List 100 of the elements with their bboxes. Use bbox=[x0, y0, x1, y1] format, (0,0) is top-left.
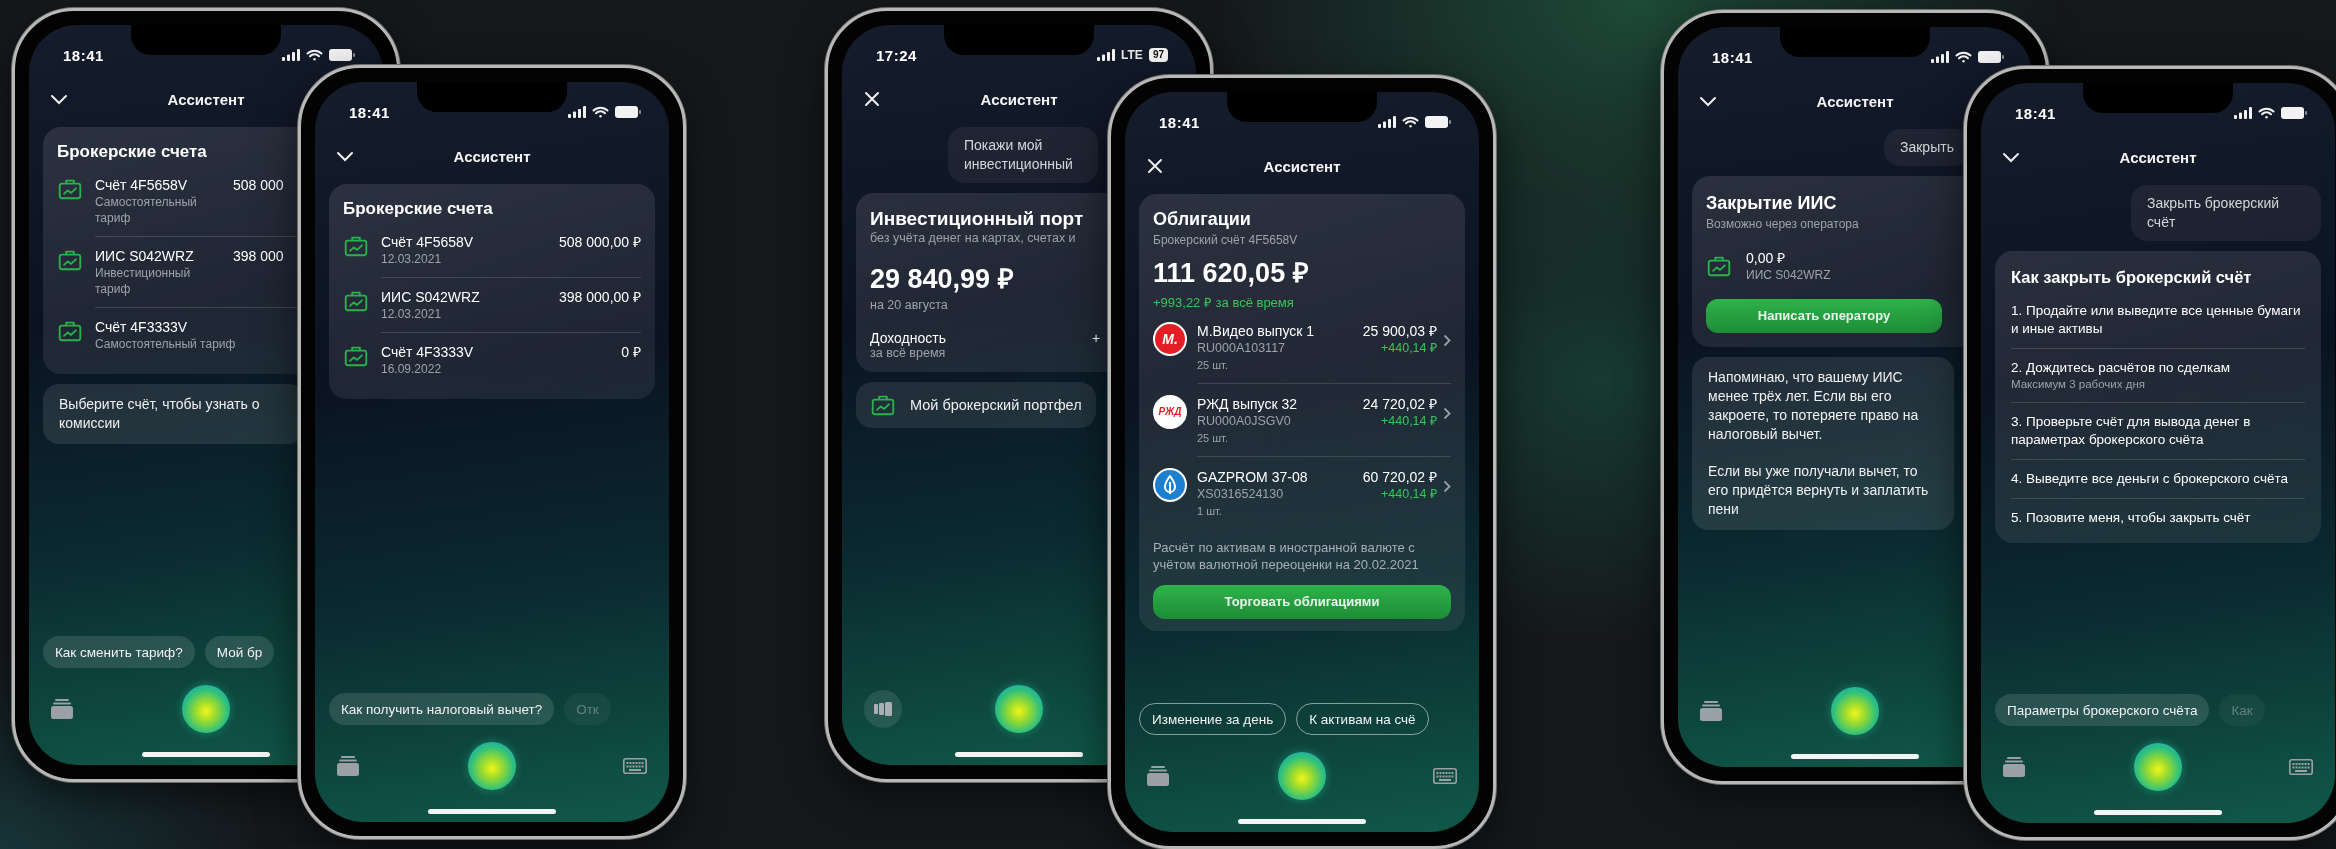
message-text: Напоминаю, что вашему ИИС менее трёх лет. Если вы его закроете, то потеряете право на налоговый вычет. bbox=[1708, 367, 1920, 444]
battery-icon bbox=[1978, 51, 2004, 63]
screen-title: Ассистент bbox=[1816, 92, 1894, 110]
account-balance: 0 ₽ bbox=[621, 343, 641, 363]
signal-icon bbox=[1931, 51, 1949, 63]
wifi-icon bbox=[306, 49, 323, 61]
wifi-icon bbox=[1402, 116, 1419, 128]
chevron-right-icon[interactable] bbox=[1443, 479, 1451, 493]
battery-icon bbox=[2281, 107, 2307, 119]
wifi-icon bbox=[592, 106, 609, 118]
suggestion-chip[interactable]: Как получить налоговый вычет? bbox=[329, 693, 555, 725]
stack-icon[interactable] bbox=[2003, 757, 2025, 777]
card-subtitle: Возможно через оператора bbox=[1706, 216, 1860, 231]
screen-title: Ассистент bbox=[453, 147, 531, 165]
bond-isin: RU000A0JSGV0 bbox=[1197, 412, 1292, 430]
keyboard-icon[interactable] bbox=[623, 758, 647, 774]
card-title: Брокерские счета bbox=[343, 198, 493, 220]
assistant-orb[interactable] bbox=[1278, 752, 1326, 800]
yield-label: Доходность bbox=[870, 329, 947, 346]
card-title: Как закрыть брокерский счёт bbox=[2011, 267, 2252, 288]
account-detail: Самостоятельный тариф bbox=[95, 336, 236, 353]
account-balance: 398 000 bbox=[233, 247, 284, 267]
status-time: 18:41 bbox=[2015, 104, 2056, 122]
wifi-icon bbox=[1955, 51, 1972, 63]
account-detail: Инвестиционный тариф bbox=[95, 265, 192, 298]
assistant-orb[interactable] bbox=[2134, 743, 2182, 791]
card-title: Инвестиционный порт bbox=[870, 207, 1084, 231]
network-label: LTE bbox=[1121, 48, 1143, 62]
screen-title: Ассистент bbox=[2119, 148, 2197, 166]
bond-name[interactable]: GAZPROM 37-08 bbox=[1197, 467, 1357, 486]
account-name[interactable]: Счёт 4F5658V bbox=[95, 176, 188, 195]
account-name[interactable]: Счёт 4F3333V bbox=[95, 318, 188, 337]
account-name[interactable]: Счёт 4F5658V bbox=[381, 233, 474, 252]
account-balance: 508 000 bbox=[233, 176, 284, 196]
card-title: Закрытие ИИС bbox=[1706, 192, 1837, 215]
portfolio-link[interactable]: Мой брокерский портфел bbox=[856, 381, 1096, 428]
bond-value: 60 720,02 ₽ bbox=[1362, 467, 1437, 486]
wifi-icon bbox=[2258, 107, 2275, 119]
screen-title: Ассистент bbox=[980, 90, 1058, 108]
suggestion-chip[interactable]: Параметры брокерского счёта bbox=[1995, 694, 2210, 726]
assistant-orb[interactable] bbox=[468, 742, 516, 790]
message-text: Выберите счёт, чтобы узнать о комиссии bbox=[59, 395, 261, 434]
account-name[interactable]: ИИС S042WRZ bbox=[95, 247, 194, 266]
signal-icon bbox=[2234, 107, 2252, 119]
screen-title: Ассистент bbox=[167, 90, 245, 108]
stack-icon[interactable] bbox=[1700, 701, 1722, 721]
total-gain: +993,22 ₽ за всё время bbox=[1153, 293, 1295, 311]
chevron-right-icon[interactable] bbox=[1443, 406, 1451, 420]
battery-icon bbox=[615, 106, 641, 118]
account-name[interactable]: ИИС S042WRZ bbox=[381, 288, 480, 307]
company-logo: РЖД bbox=[1153, 394, 1187, 429]
suggestion-chip[interactable]: Мой бр bbox=[204, 636, 275, 668]
yield-value: + bbox=[1092, 329, 1101, 346]
account-detail: 12.03.2021 bbox=[381, 251, 442, 268]
account-name[interactable]: Счёт 4F3333V bbox=[381, 343, 474, 362]
account-detail: 12.03.2021 bbox=[381, 306, 442, 323]
step-text: 2. Дождитесь расчётов по сделкам bbox=[2011, 358, 2231, 377]
assistant-orb[interactable] bbox=[995, 685, 1043, 733]
battery-indicator: 97 bbox=[1148, 48, 1168, 62]
cards-button[interactable] bbox=[864, 690, 902, 728]
step-text: 1. Продайте или выведите все ценные бумаги и иные активы bbox=[2011, 301, 2302, 338]
step-text: 5. Позовите меня, чтобы закрыть счёт bbox=[2011, 508, 2252, 527]
bond-isin: RU000A103117 bbox=[1197, 339, 1287, 357]
message-text: Если вы уже получали вычет, то его придётся вернуть и заплатить пени bbox=[1708, 461, 1930, 519]
account-detail: 16.09.2022 bbox=[381, 361, 442, 378]
chevron-right-icon[interactable] bbox=[1443, 333, 1451, 347]
bond-quantity: 25 шт. bbox=[1197, 357, 1229, 373]
signal-icon bbox=[1378, 116, 1396, 128]
bond-change: +440,14 ₽ bbox=[1381, 412, 1437, 430]
signal-icon bbox=[1097, 49, 1116, 61]
suggestion-chip[interactable]: Как сменить тариф? bbox=[43, 636, 195, 668]
bond-isin: XS0316524130 bbox=[1197, 485, 1285, 503]
keyboard-icon[interactable] bbox=[2289, 759, 2313, 775]
keyboard-icon[interactable] bbox=[1433, 768, 1457, 784]
account-detail: Самостоятельный тариф bbox=[95, 194, 198, 227]
account-balance: 398 000,00 ₽ bbox=[559, 288, 641, 308]
user-message: Закрыть брокерский счёт bbox=[2131, 185, 2321, 241]
exchange-note: Расчёт по активам в иностранной валюте с учётом валютной переоценки на 20.02.2021 bbox=[1153, 538, 1420, 573]
battery-icon bbox=[329, 49, 355, 61]
signal-icon bbox=[568, 106, 586, 118]
bond-quantity: 25 шт. bbox=[1197, 430, 1229, 446]
assistant-orb[interactable] bbox=[1831, 687, 1879, 735]
stack-icon[interactable] bbox=[51, 699, 73, 719]
bond-value: 25 900,03 ₽ bbox=[1362, 321, 1437, 340]
status-time: 18:41 bbox=[63, 46, 104, 64]
card-subtitle: Брокерский счёт 4F5658V bbox=[1153, 232, 1299, 247]
bond-name[interactable]: М.Видео выпуск 1 bbox=[1197, 321, 1357, 340]
bond-change: +440,14 ₽ bbox=[1381, 339, 1437, 357]
bond-name[interactable]: РЖД выпуск 32 bbox=[1197, 394, 1357, 413]
stack-icon[interactable] bbox=[337, 756, 359, 776]
card-title: Брокерские счета bbox=[57, 141, 207, 163]
company-logo: М. bbox=[1153, 321, 1187, 356]
step-text: 4. Выведите все деньги с брокерского счёта bbox=[2011, 469, 2289, 488]
status-time: 18:41 bbox=[349, 103, 390, 121]
account-balance: 0,00 ₽ bbox=[1746, 248, 1786, 267]
assistant-orb[interactable] bbox=[182, 685, 230, 733]
step-text: 3. Проверьте счёт для вывода денег в параметрах брокерского счёта bbox=[2011, 412, 2252, 449]
account-balance: 508 000,00 ₽ bbox=[559, 233, 641, 253]
stack-icon[interactable] bbox=[1147, 766, 1169, 786]
user-message: Покажи мой инвестиционный bbox=[948, 127, 1098, 183]
